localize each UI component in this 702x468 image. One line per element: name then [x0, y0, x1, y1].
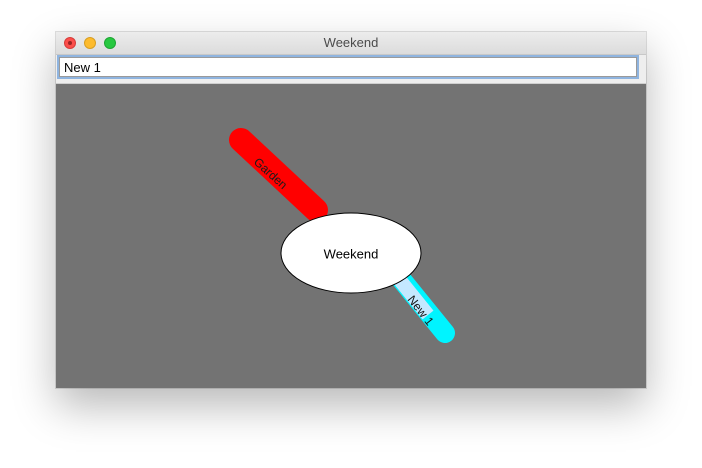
node-name-input[interactable]: [59, 57, 637, 77]
window-titlebar: Weekend: [56, 32, 646, 55]
node-editor-bar: [56, 55, 646, 84]
app-window: Weekend Garden New 1 Weekend: [56, 32, 646, 388]
center-node-label: Weekend: [324, 246, 379, 261]
mindmap-diagram[interactable]: Garden New 1 Weekend: [56, 84, 646, 388]
window-title: Weekend: [323, 35, 379, 50]
mindmap-canvas[interactable]: Garden New 1 Weekend: [56, 84, 646, 388]
center-node[interactable]: Weekend: [280, 212, 422, 294]
branch-garden[interactable]: Garden: [229, 128, 328, 222]
